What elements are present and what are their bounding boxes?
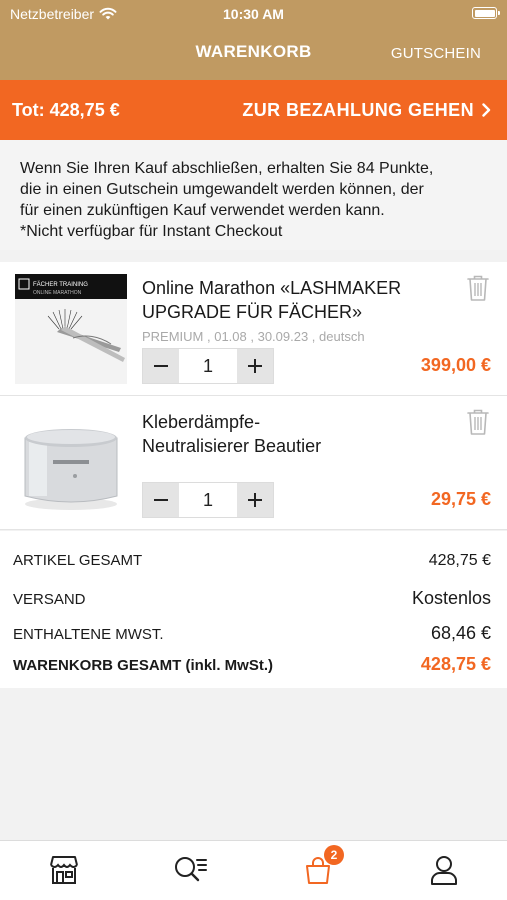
item-title-line: UPGRADE FÜR FÄCHER»: [142, 302, 363, 322]
product-image[interactable]: [15, 408, 127, 518]
checkout-bar: Tot: 428,75 € ZUR BEZAHLUNG GEHEN: [0, 80, 507, 140]
go-to-payment-button[interactable]: ZUR BEZAHLUNG GEHEN: [242, 100, 491, 121]
summary-value: 428,75 €: [420, 654, 491, 674]
thumb-subtitle: ONLINE MARATHON: [33, 290, 82, 296]
product-image[interactable]: FÄCHER TRAINING ONLINE MARATHON: [15, 274, 127, 384]
decrement-button[interactable]: [143, 349, 179, 383]
header: Netzbetreiber 10:30 AM WARENKORB GUTSCHE…: [0, 0, 507, 80]
summary-row-cart-total: WARENKORB GESAMT (inkl. MwSt.) 428,75 €: [13, 654, 491, 675]
points-info-line: Wenn Sie Ihren Kauf abschließen, erhalte…: [20, 160, 434, 177]
quantity-value[interactable]: 1: [179, 349, 237, 383]
status-bar: Netzbetreiber 10:30 AM: [0, 0, 507, 28]
user-icon: [431, 856, 457, 885]
go-to-payment-label: ZUR BEZAHLUNG GEHEN: [242, 99, 474, 120]
order-summary: ARTIKEL GESAMT 428,75 € VERSAND Kostenlo…: [0, 531, 507, 688]
summary-value: 428,75 €: [428, 552, 491, 569]
tab-bar: 2: [0, 840, 507, 900]
cart-badge: 2: [324, 845, 344, 865]
tab-store[interactable]: [44, 853, 84, 887]
summary-row-items: ARTIKEL GESAMT 428,75 €: [13, 552, 491, 570]
cart-items: FÄCHER TRAINING ONLINE MARATHON Online M…: [0, 262, 507, 530]
total-amount: Tot: 428,75 €: [12, 99, 120, 120]
item-price: 29,75 €: [430, 489, 491, 509]
points-info-line: für einen zukünftigen Kauf verwendet wer…: [20, 202, 385, 219]
summary-label: ARTIKEL GESAMT: [13, 552, 143, 569]
tab-account[interactable]: [424, 853, 464, 887]
item-title-line: Neutralisierer Beautier: [142, 436, 322, 456]
quantity-stepper: 1: [142, 348, 274, 384]
battery-icon: [472, 7, 500, 19]
summary-label: VERSAND: [13, 591, 86, 608]
clock: 10:30 AM: [223, 6, 284, 22]
minus-icon: [154, 365, 168, 367]
quantity-stepper: 1: [142, 482, 274, 518]
trash-icon[interactable]: [466, 408, 490, 436]
plus-icon: [248, 359, 262, 373]
item-meta: PREMIUM , 01.08 , 30.09.23 , deutsch: [142, 329, 365, 344]
thumb-title: FÄCHER TRAINING: [33, 281, 88, 288]
points-info: Wenn Sie Ihren Kauf abschließen, erhalte…: [0, 140, 507, 250]
points-info-note: *Nicht verfügbar für Instant Checkout: [20, 223, 283, 240]
item-title[interactable]: Kleberdämpfe- Neutralisierer Beautier: [142, 410, 442, 458]
item-title-line: Kleberdämpfe-: [142, 412, 261, 432]
summary-value: Kostenlos: [411, 588, 491, 608]
decrement-button[interactable]: [143, 483, 179, 517]
item-price: 399,00 €: [420, 355, 491, 375]
search-list-icon: [175, 857, 207, 882]
quantity-value[interactable]: 1: [179, 483, 237, 517]
cart-item: Kleberdämpfe- Neutralisierer Beautier 1 …: [0, 396, 507, 530]
summary-row-shipping: VERSAND Kostenlos: [13, 588, 491, 609]
item-title-line: Online Marathon «LASHMAKER: [142, 278, 402, 298]
points-info-line: die in einen Gutschein umgewandelt werde…: [20, 181, 424, 198]
summary-label: WARENKORB GESAMT (inkl. MwSt.): [13, 657, 273, 674]
summary-label: ENTHALTENE MWST.: [13, 626, 164, 643]
increment-button[interactable]: [237, 483, 273, 517]
increment-button[interactable]: [237, 349, 273, 383]
minus-icon: [154, 499, 168, 501]
summary-row-tax: ENTHALTENE MWST. 68,46 €: [13, 623, 491, 644]
cart-item: FÄCHER TRAINING ONLINE MARATHON Online M…: [0, 262, 507, 396]
item-title[interactable]: Online Marathon «LASHMAKER UPGRADE FÜR F…: [142, 276, 442, 324]
voucher-button[interactable]: GUTSCHEIN: [391, 45, 481, 62]
tab-cart[interactable]: 2: [298, 845, 344, 887]
summary-value: 68,46 €: [430, 623, 491, 643]
store-icon: [50, 856, 78, 884]
tab-search[interactable]: [170, 853, 210, 887]
plus-icon: [248, 493, 262, 507]
chevron-right-icon: [482, 103, 491, 117]
trash-icon[interactable]: [466, 274, 490, 302]
